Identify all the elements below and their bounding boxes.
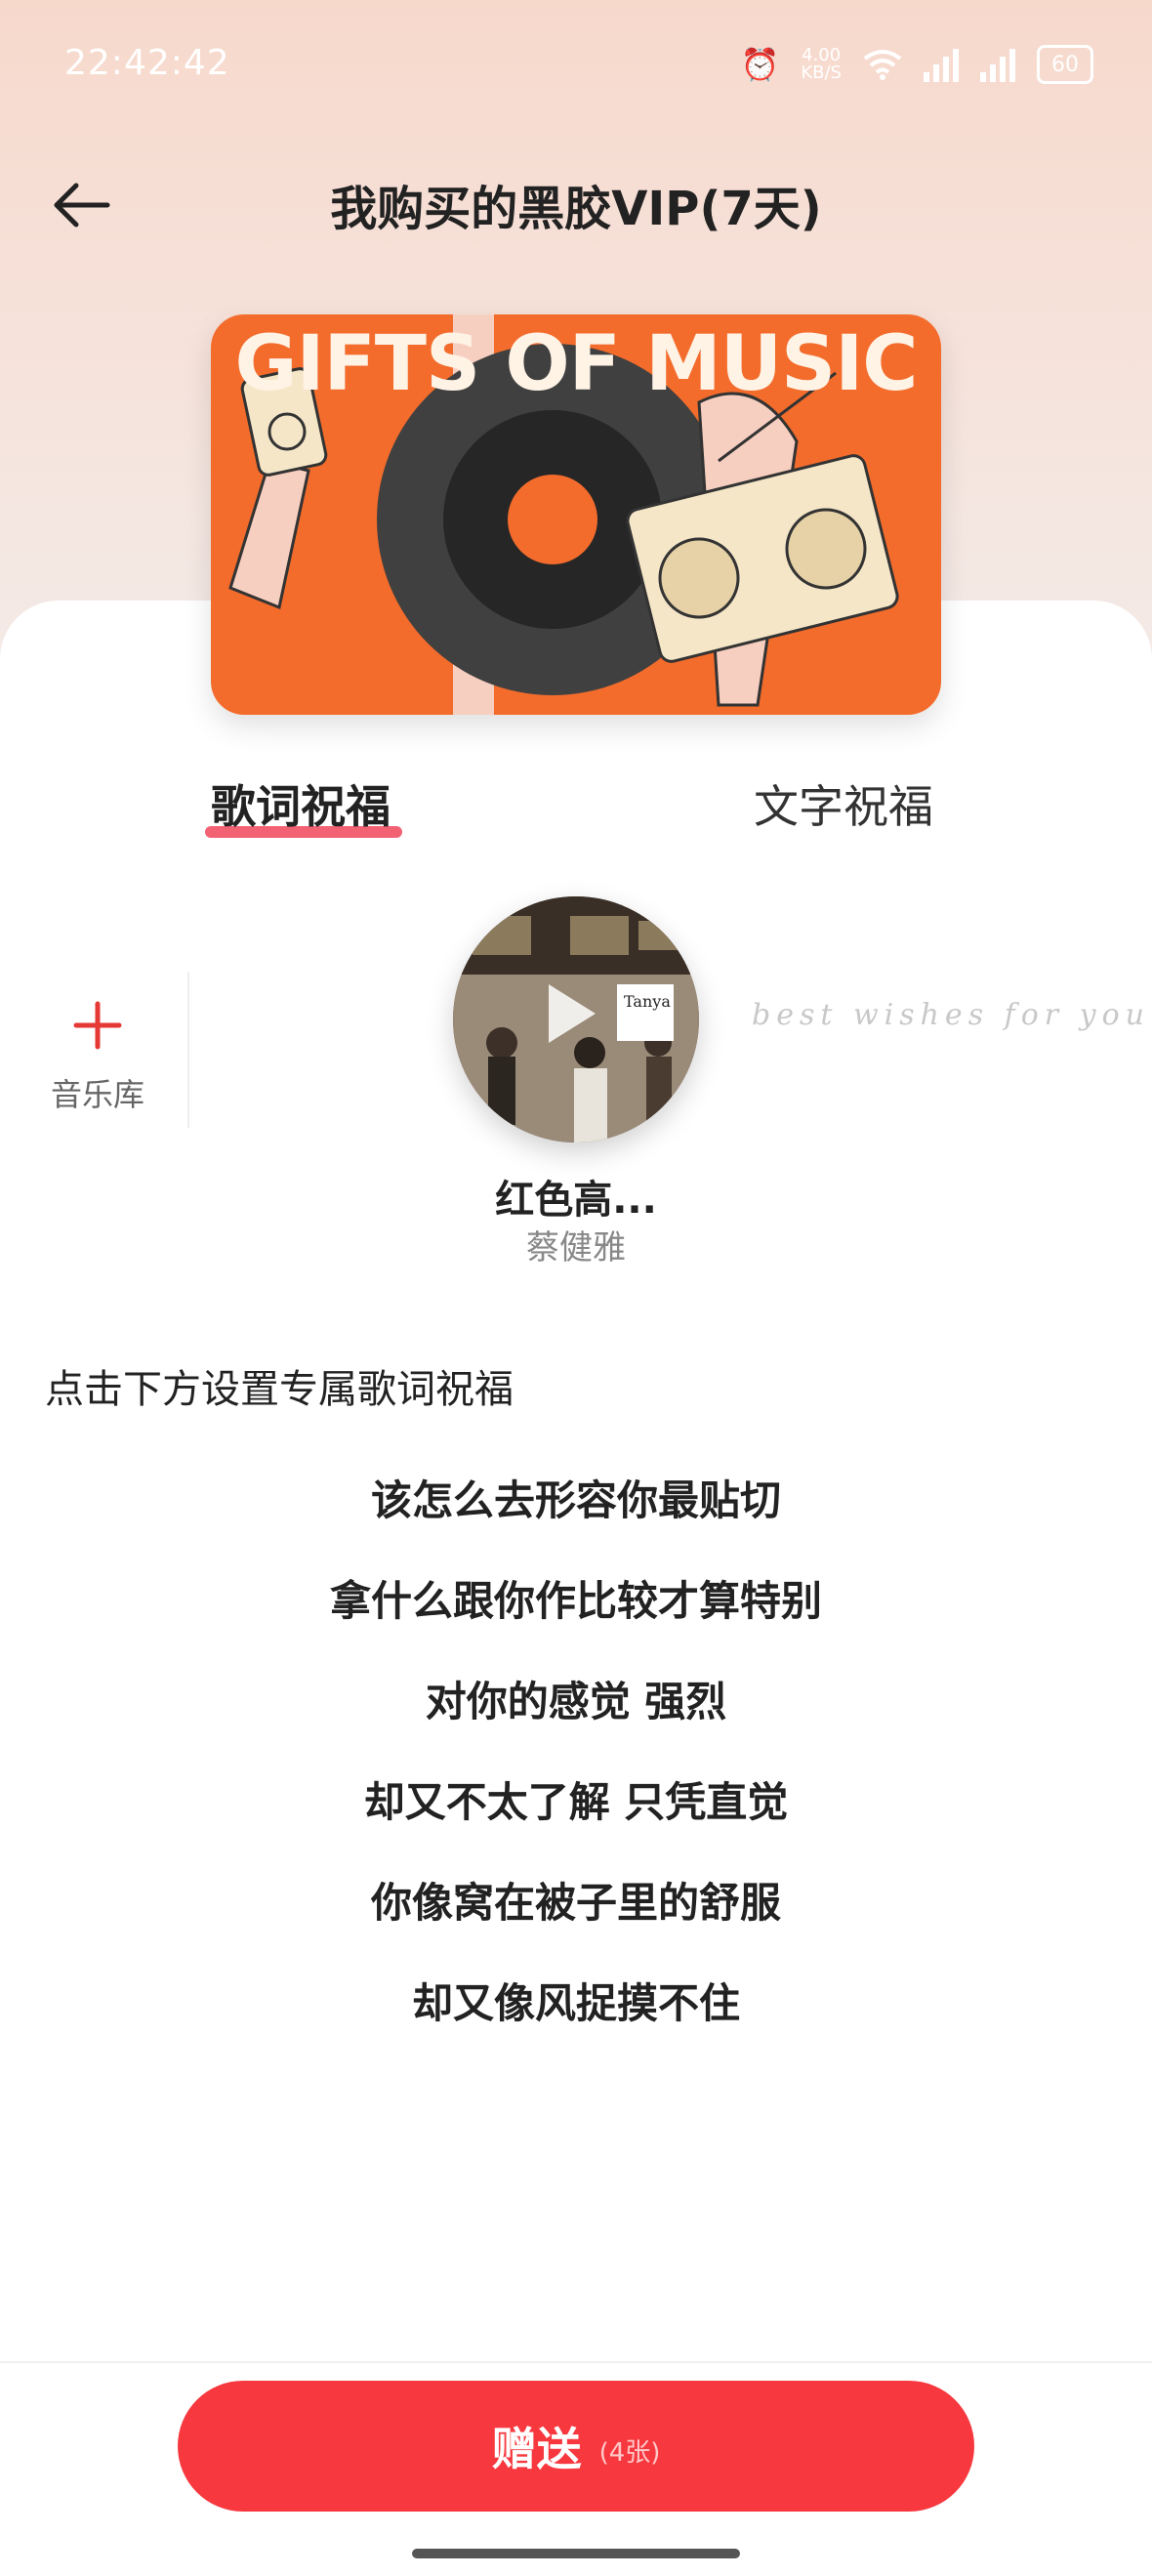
signal-icon-1 xyxy=(924,47,959,82)
wifi-icon xyxy=(863,50,902,80)
battery-icon: 60 xyxy=(1037,45,1093,84)
signal-icon-2 xyxy=(980,47,1015,82)
album-cover-image xyxy=(453,896,699,1143)
divider xyxy=(187,972,189,1128)
plus-icon xyxy=(39,996,156,1064)
tab-text-wishes[interactable]: 文字祝福 xyxy=(754,771,933,836)
gift-banner: GIFTS OF MUSIC xyxy=(211,314,941,715)
song-title: 红色高... xyxy=(495,1178,657,1223)
lyric-line[interactable]: 该怎么去形容你最贴切 xyxy=(0,1465,1152,1565)
lyric-line[interactable]: 拿什么跟你作比较才算特别 xyxy=(0,1565,1152,1666)
song-cover-disc[interactable]: Tanya xyxy=(453,896,699,1143)
network-speed: 4.00 KB/S xyxy=(801,45,842,83)
music-library-button[interactable]: 音乐库 xyxy=(39,996,156,1115)
lyric-hint: 点击下方设置专属歌词祝福 xyxy=(45,1367,514,1412)
lyric-line[interactable]: 对你的感觉 强烈 xyxy=(0,1666,1152,1766)
page-title: 我购买的黑胶VIP(7天) xyxy=(330,182,822,236)
send-button-count: (4张) xyxy=(598,2437,661,2468)
song-artist: 蔡健雅 xyxy=(526,1228,626,1267)
banner-headline: GIFTS OF MUSIC xyxy=(234,320,918,408)
status-icons: ⏰ 4.00 KB/S 60 xyxy=(740,45,1093,84)
lyrics-list[interactable]: 该怎么去形容你最贴切 拿什么跟你作比较才算特别 对你的感觉 强烈 却又不太了解 … xyxy=(0,1465,1152,2068)
album-title-text: Tanya xyxy=(624,992,671,1011)
send-button[interactable]: 赠送 (4张) xyxy=(178,2381,974,2512)
lyric-line[interactable]: 却又像风捉摸不住 xyxy=(0,1968,1152,2068)
alarm-icon: ⏰ xyxy=(740,46,780,83)
decorative-wishes-text: best wishes for you xyxy=(752,998,1150,1032)
status-time: 22:42:42 xyxy=(64,43,230,83)
lyric-line[interactable]: 却又不太了解 只凭直觉 xyxy=(0,1766,1152,1867)
send-button-label: 赠送 xyxy=(491,2423,582,2475)
music-library-label: 音乐库 xyxy=(50,1076,144,1113)
tab-lyric-wishes[interactable]: 歌词祝福 xyxy=(211,771,391,836)
lyric-line[interactable]: 你像窝在被子里的舒服 xyxy=(0,1867,1152,1968)
bottom-divider xyxy=(0,2361,1152,2363)
status-bar: 22:42:42 ⏰ 4.00 KB/S 60 xyxy=(0,0,1152,137)
home-indicator[interactable] xyxy=(412,2549,740,2558)
